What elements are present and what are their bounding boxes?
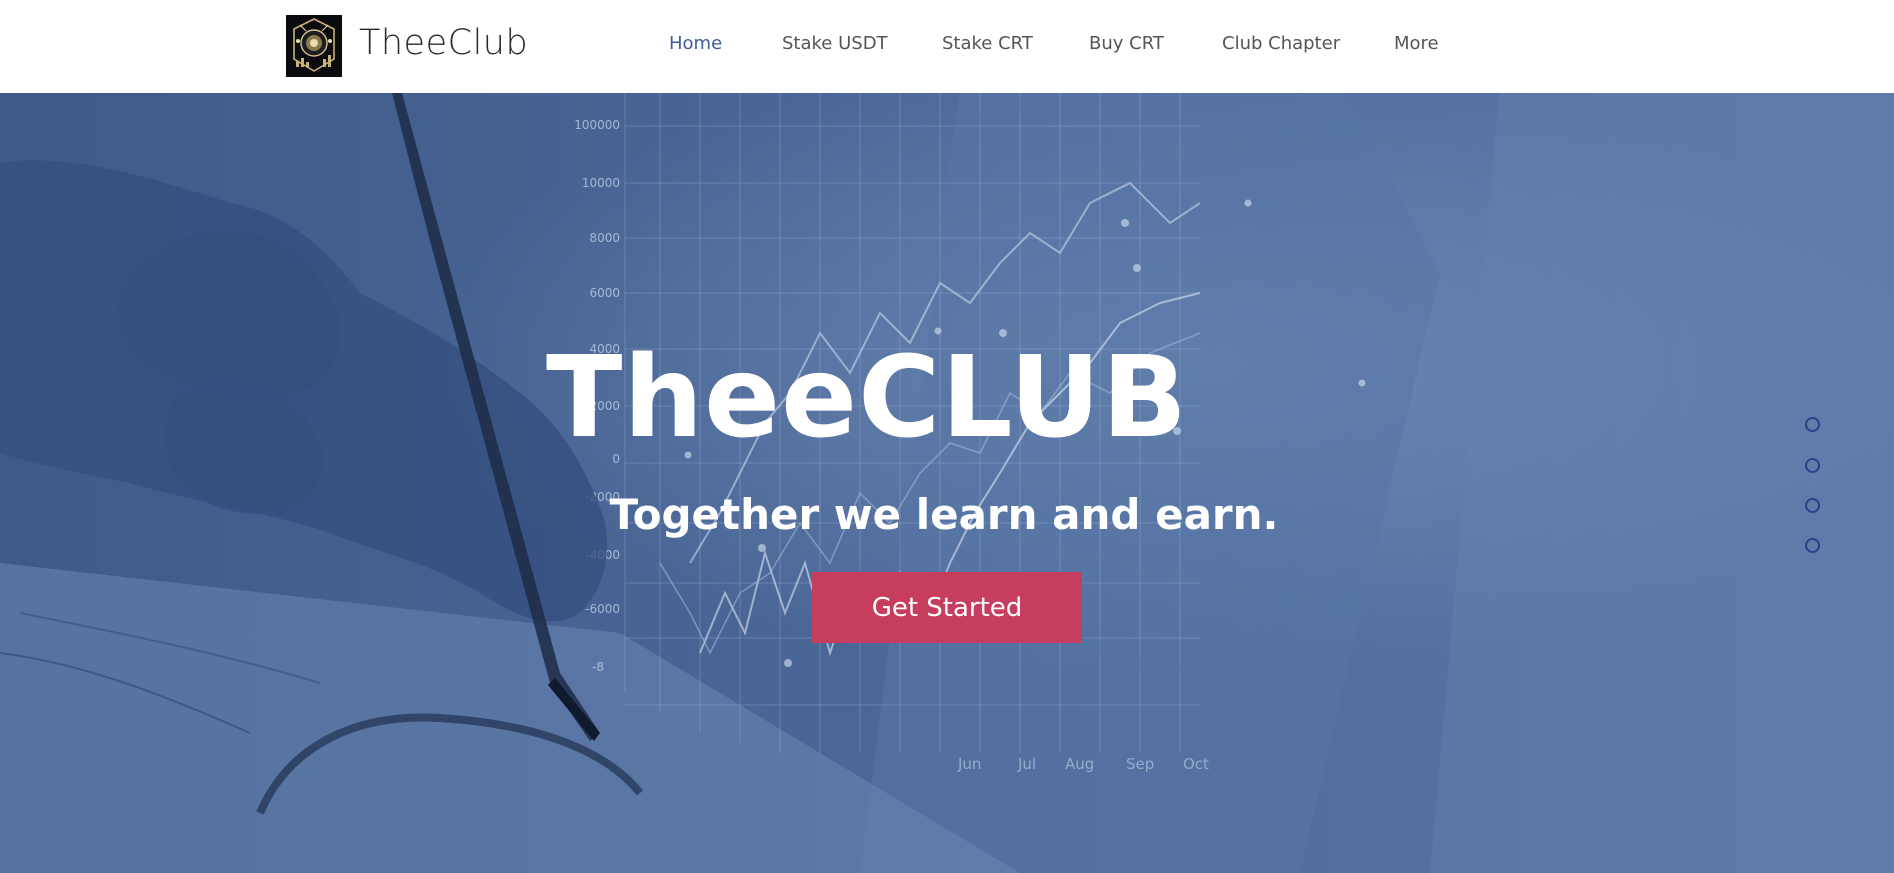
chart-tick-x: Oct: [1183, 755, 1209, 773]
section-dot-2[interactable]: [1805, 458, 1820, 473]
section-dot-4[interactable]: [1805, 538, 1820, 553]
hero-title-text: TheeCLUB: [546, 333, 1188, 463]
hero-background-image: 100000 10000 8000 6000 4000 2000 0 -2000…: [0, 93, 1894, 873]
nav-item-more[interactable]: More: [1394, 31, 1439, 57]
section-dot-1[interactable]: [1805, 417, 1820, 432]
nav-item-club-chapter[interactable]: Club Chapter: [1222, 31, 1340, 57]
chart-tick-y: -8: [592, 660, 604, 674]
site-title[interactable]: TheeClub: [359, 20, 528, 66]
nav-item-stake-crt[interactable]: Stake CRT: [942, 31, 1033, 57]
theeclub-emblem-icon: [286, 15, 342, 77]
chart-tick-x: Sep: [1126, 755, 1154, 773]
chart-tick-y: 8000: [589, 231, 620, 245]
chart-tick-x: Aug: [1065, 755, 1094, 773]
hero-subtitle-text: Together we learn and earn.: [609, 490, 1279, 539]
chart-tick-y: -6000: [585, 602, 620, 616]
chart-tick-y: 10000: [582, 176, 620, 190]
chart-tick-x: Jun: [957, 755, 981, 773]
get-started-button[interactable]: Get Started: [812, 572, 1082, 643]
chart-tick-x: Jul: [1017, 755, 1036, 773]
nav-item-buy-crt[interactable]: Buy CRT: [1089, 31, 1164, 57]
hero-subtitle: Together we learn and earn.: [0, 488, 1894, 542]
site-header: TheeClub Home Stake USDT Stake CRT Buy C…: [0, 0, 1894, 93]
hero-section: 100000 10000 8000 6000 4000 2000 0 -2000…: [0, 93, 1894, 873]
nav-item-stake-usdt[interactable]: Stake USDT: [782, 31, 888, 57]
chart-tick-y: 100000: [574, 118, 620, 132]
nav-item-home[interactable]: Home: [669, 31, 722, 57]
section-dot-3[interactable]: [1805, 498, 1820, 513]
hero-title: TheeCLUB: [0, 333, 1894, 463]
site-logo[interactable]: [286, 15, 342, 77]
chart-tick-y: 6000: [589, 286, 620, 300]
